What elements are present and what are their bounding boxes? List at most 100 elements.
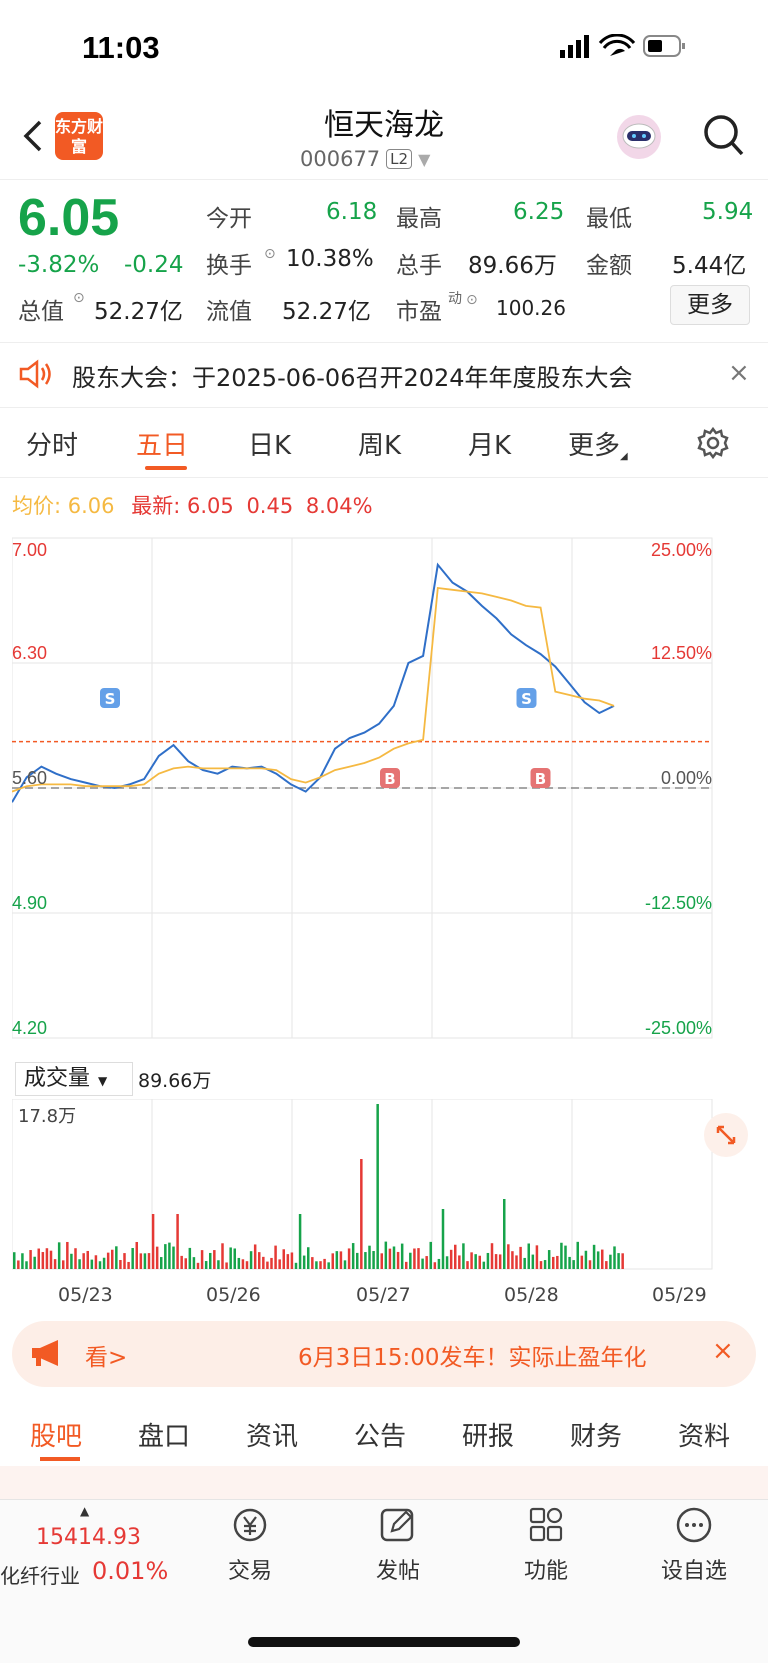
volume-chart[interactable] — [12, 1099, 756, 1279]
info-icon[interactable]: ⊙ — [73, 290, 85, 306]
more-icon — [676, 1507, 712, 1543]
logo-text: 东方财富 — [55, 117, 104, 156]
volume-bar — [498, 1254, 502, 1269]
volume-bar — [539, 1261, 543, 1269]
y-right-tick: 25.00% — [651, 540, 712, 560]
caret-up-icon: ▲ — [80, 1504, 90, 1518]
volume-bar — [441, 1209, 445, 1269]
chart-info-line: 均价: 6.06 最新: 6.05 0.45 8.04% — [12, 490, 373, 520]
nav-functions[interactable]: 功能 — [501, 1505, 591, 1585]
marker-label: B — [535, 770, 546, 788]
y-right-tick: 0.00% — [661, 768, 712, 788]
volume-bar — [466, 1261, 469, 1269]
tab-research[interactable]: 研报 — [462, 1416, 514, 1453]
nav-post-label: 发帖 — [375, 1559, 420, 1584]
status-time: 11:03 — [82, 30, 160, 65]
tab-finance[interactable]: 财务 — [570, 1416, 622, 1453]
volume-selector[interactable]: 成交量 ▼ — [15, 1062, 133, 1096]
current-price: 6.05 — [18, 189, 120, 247]
index-value[interactable]: 15414.93 — [36, 1525, 141, 1550]
volume-bar — [343, 1260, 347, 1269]
y-left-tick: 4.20 — [12, 1018, 47, 1038]
stock-code-text: 000677 — [300, 147, 381, 171]
tab-weekly-k[interactable]: 周K — [358, 425, 401, 462]
home-indicator — [248, 1637, 520, 1647]
gear-icon[interactable] — [696, 426, 730, 460]
volume-bar — [437, 1258, 441, 1269]
tab-daily-k[interactable]: 日K — [248, 425, 291, 462]
volume-bar — [282, 1249, 285, 1269]
volume-bar — [274, 1245, 277, 1269]
volume-bar — [494, 1254, 498, 1269]
volume-bar — [262, 1256, 265, 1269]
nav-post[interactable]: 发帖 — [353, 1505, 443, 1585]
stock-name[interactable]: 恒天海龙 — [200, 100, 568, 144]
y-right-tick: -25.00% — [645, 1018, 712, 1038]
tab-five-day[interactable]: 五日 — [136, 425, 188, 462]
tab-news[interactable]: 资讯 — [246, 1416, 298, 1453]
volume-bar — [176, 1214, 179, 1269]
notice-text: 股东大会：于2025-06-06召开2024年年度股东大会 — [72, 364, 633, 392]
pe-label: 市盈 — [396, 299, 442, 325]
tab-more[interactable]: 更多◢ — [568, 425, 628, 462]
volume-bar — [568, 1256, 571, 1269]
volume-bar — [360, 1159, 363, 1269]
notice-close-icon[interactable]: × — [728, 358, 750, 388]
index-name[interactable]: 化纤行业 — [0, 1560, 80, 1589]
tab-orderbook[interactable]: 盘口 — [138, 1416, 190, 1453]
search-icon[interactable] — [700, 110, 748, 162]
y-left-tick: 4.90 — [12, 893, 47, 913]
index-change[interactable]: 0.01% — [92, 1557, 168, 1585]
feed-preview[interactable] — [0, 1466, 768, 1500]
promo-close-icon[interactable]: × — [712, 1336, 734, 1366]
sell-marker: S — [100, 688, 120, 708]
volume-max-label: 17.8万 — [18, 1106, 77, 1127]
volume-bar — [490, 1243, 494, 1269]
assistant-robot-icon[interactable] — [614, 112, 664, 162]
volume-bar — [217, 1260, 220, 1269]
volume-bar — [233, 1248, 236, 1269]
volume-bar — [180, 1255, 183, 1269]
latest-value: 6.05 — [186, 494, 234, 518]
open-label: 今开 — [206, 206, 252, 232]
volume-bar — [515, 1255, 518, 1269]
change-value: -0.24 — [124, 252, 184, 278]
back-icon[interactable] — [14, 110, 54, 160]
volume-bar — [609, 1254, 612, 1269]
more-quote-button[interactable]: 更多 — [670, 285, 750, 325]
volume-bar — [249, 1251, 253, 1269]
info-icon[interactable]: ⊙ — [466, 292, 478, 308]
amount-label: 金额 — [586, 253, 632, 279]
tab-monthly-k[interactable]: 月K — [468, 425, 511, 462]
expand-icon[interactable] — [704, 1113, 748, 1157]
tab-forum[interactable]: 股吧 — [30, 1416, 82, 1453]
y-left-tick: 5.60 — [12, 768, 47, 788]
tab-announcements[interactable]: 公告 — [354, 1416, 406, 1453]
mktcap-value: 52.27亿 — [94, 299, 183, 325]
volume-bar — [552, 1256, 555, 1269]
float-value: 52.27亿 — [282, 299, 371, 325]
volume-bar — [82, 1253, 85, 1269]
app-logo: 东方财富 — [55, 112, 103, 160]
volume-bar — [315, 1261, 318, 1269]
price-chart[interactable]: 7.00 6.30 5.60 4.90 4.20 25.00% 12.50% 0.00% -12… — [12, 528, 756, 1058]
nav-add-watchlist[interactable]: 设自选 — [649, 1505, 739, 1585]
volume-bar — [511, 1251, 514, 1269]
volume-bar — [351, 1243, 355, 1269]
tab-profile[interactable]: 资料 — [678, 1416, 730, 1453]
volume-bar — [560, 1242, 563, 1269]
volume-bar — [470, 1252, 473, 1269]
volume-bar — [617, 1253, 620, 1269]
stock-code[interactable]: 000677 L2 ▼ — [300, 147, 430, 171]
volume-bar — [41, 1252, 45, 1269]
volume-bar — [400, 1243, 404, 1269]
volume-bar — [13, 1252, 16, 1269]
volume-bar — [192, 1257, 196, 1269]
volume-bar — [531, 1254, 535, 1269]
info-icon[interactable]: ⊙ — [264, 246, 276, 262]
volume-bar — [25, 1261, 28, 1269]
nav-trade[interactable]: 交易 — [205, 1505, 295, 1585]
tab-intraday[interactable]: 分时 — [26, 425, 78, 462]
promo-see-link[interactable]: 看> — [85, 1338, 127, 1372]
volume-bar — [396, 1251, 400, 1269]
